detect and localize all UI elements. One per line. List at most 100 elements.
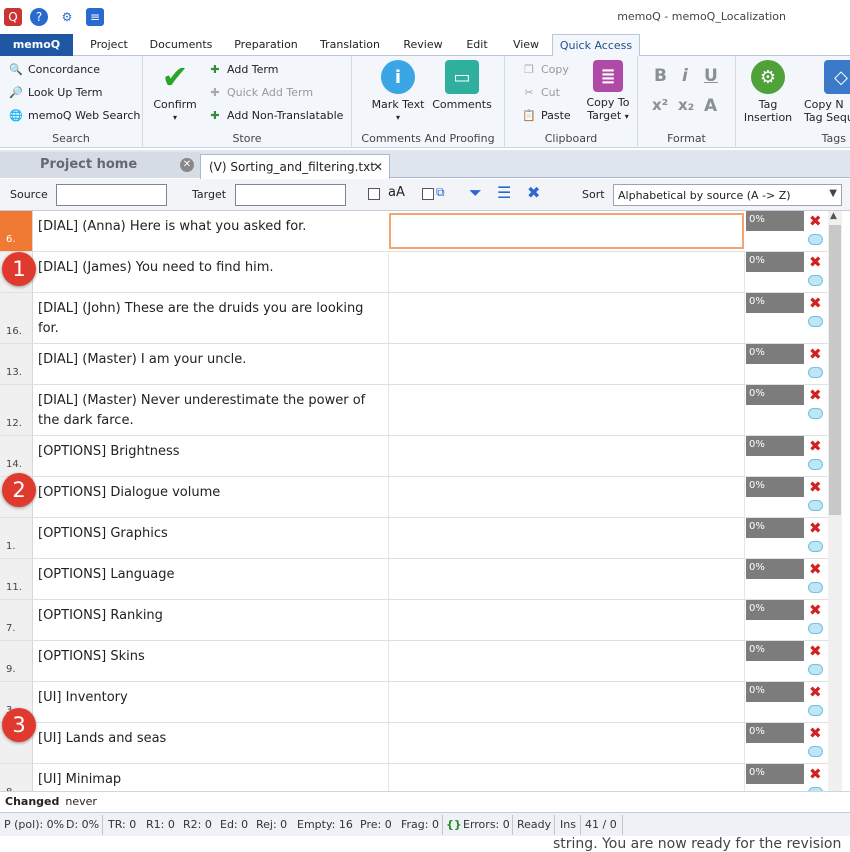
target-segment[interactable] <box>388 436 745 476</box>
table-row[interactable]: 1. [OPTIONS] Graphics 0% ✖ <box>0 518 828 559</box>
comment-bubble-icon[interactable] <box>808 705 823 716</box>
target-segment[interactable] <box>388 764 745 791</box>
target-segment[interactable] <box>388 641 745 681</box>
tab-project[interactable]: Project <box>80 34 138 56</box>
target-segment[interactable] <box>388 344 745 384</box>
look-up-term-button[interactable]: 🔎 Look Up Term <box>8 82 102 102</box>
target-segment[interactable] <box>388 559 745 599</box>
error-x-icon[interactable]: ✖ <box>809 387 822 403</box>
add-non-translatable-button[interactable]: ✚ Add Non-Translatable <box>207 105 343 125</box>
scroll-up-icon[interactable]: ▲ <box>830 211 837 221</box>
notebook-icon[interactable]: ≡ <box>86 8 104 26</box>
error-x-icon[interactable]: ✖ <box>809 561 822 577</box>
table-row[interactable]: 14. [OPTIONS] Brightness 0% ✖ <box>0 436 828 477</box>
memoq-logo-icon[interactable]: Q <box>4 8 22 26</box>
source-segment[interactable]: [DIAL] (James) You need to find him. <box>38 258 378 278</box>
clear-filter-icon[interactable]: ✖ <box>527 183 540 202</box>
table-row[interactable]: 3.[UI] Inventory0%✖ <box>0 682 828 723</box>
tag-insertion-button[interactable]: ⚙ Tag Insertion <box>740 60 796 124</box>
table-row[interactable]: 6. [DIAL] (Anna) Here is what you asked f… <box>0 211 828 252</box>
segment-number[interactable]: 8. <box>0 764 33 791</box>
table-row[interactable]: 12. [DIAL] (Master) Never underestimate t… <box>0 385 828 436</box>
error-x-icon[interactable]: ✖ <box>809 643 822 659</box>
error-x-icon[interactable]: ✖ <box>809 725 822 741</box>
change-case-button[interactable]: A <box>704 96 717 116</box>
source-segment[interactable]: [OPTIONS] Ranking <box>38 606 378 626</box>
target-segment[interactable] <box>388 477 745 517</box>
error-x-icon[interactable]: ✖ <box>809 295 822 311</box>
comment-bubble-icon[interactable] <box>808 275 823 286</box>
tab-preparation[interactable]: Preparation <box>228 34 304 56</box>
target-filter-input[interactable] <box>235 184 346 206</box>
target-segment[interactable] <box>388 682 745 722</box>
table-row[interactable]: 13. [DIAL] (Master) I am your uncle. 0% ✖ <box>0 344 828 385</box>
filter-funnel-icon[interactable]: ⏷ <box>469 183 482 203</box>
target-segment[interactable] <box>388 385 745 435</box>
tab-quick-access[interactable]: Quick Access <box>552 34 640 57</box>
target-segment[interactable] <box>388 518 745 558</box>
tab-review[interactable]: Review <box>396 34 450 56</box>
source-segment[interactable]: [DIAL] (Master) Never underestimate the … <box>38 391 378 431</box>
segment-number[interactable]: 7. <box>0 600 33 640</box>
source-segment[interactable]: [DIAL] (Master) I am your uncle. <box>38 350 378 370</box>
error-x-icon[interactable]: ✖ <box>809 438 822 454</box>
bold-button[interactable]: B <box>654 66 667 86</box>
grid-scrollbar[interactable]: ▲ <box>828 211 842 791</box>
confirm-dropdown-icon[interactable]: ▾ <box>151 111 199 124</box>
help-icon[interactable]: ? <box>30 8 48 26</box>
comment-bubble-icon[interactable] <box>808 316 823 327</box>
segment-number[interactable]: 12. <box>0 385 33 435</box>
table-row[interactable]: [OPTIONS] Dialogue volume 0% ✖ <box>0 477 828 518</box>
paste-button[interactable]: 📋 Paste <box>521 105 571 125</box>
table-row[interactable]: 8.[UI] Minimap 0% ✖ <box>0 764 828 791</box>
comment-bubble-icon[interactable] <box>808 459 823 470</box>
comment-bubble-icon[interactable] <box>808 234 823 245</box>
source-segment[interactable]: [DIAL] (John) These are the druids you a… <box>38 299 378 339</box>
source-segment[interactable]: [OPTIONS] Brightness <box>38 442 378 462</box>
source-segment[interactable]: [UI] Minimap <box>38 770 378 790</box>
source-segment[interactable]: [OPTIONS] Language <box>38 565 378 585</box>
table-row[interactable]: [UI] Lands and seas 0% ✖ <box>0 723 828 764</box>
tab-documents[interactable]: Documents <box>146 34 216 56</box>
table-row[interactable]: 16. [DIAL] (John) These are the druids yo… <box>0 293 828 344</box>
comment-bubble-icon[interactable] <box>808 623 823 634</box>
tab-memoq[interactable]: memoQ <box>0 34 73 56</box>
italic-button[interactable]: i <box>682 66 688 86</box>
web-search-button[interactable]: 🌐 memoQ Web Search <box>8 105 140 125</box>
comment-bubble-icon[interactable] <box>808 664 823 675</box>
comment-bubble-icon[interactable] <box>808 582 823 593</box>
mark-text-button[interactable]: i Mark Text ▾ <box>368 60 428 124</box>
match-case-checkbox[interactable] <box>368 188 380 200</box>
superscript-button[interactable]: x² <box>652 96 668 114</box>
target-segment[interactable] <box>389 213 744 249</box>
cut-button[interactable]: ✂ Cut <box>521 82 560 102</box>
underline-button[interactable]: U <box>704 66 718 86</box>
segment-number[interactable]: 13. <box>0 344 33 384</box>
table-row[interactable]: 9. [OPTIONS] Skins 0% ✖ <box>0 641 828 682</box>
segment-number[interactable]: 14. <box>0 436 33 476</box>
sort-dropdown[interactable]: Alphabetical by source (A -> Z) ▼ <box>613 184 842 206</box>
tags-filter-checkbox[interactable] <box>422 188 434 200</box>
source-segment[interactable]: [OPTIONS] Dialogue volume <box>38 483 378 503</box>
target-segment[interactable] <box>388 293 745 343</box>
source-segment[interactable]: [OPTIONS] Graphics <box>38 524 378 544</box>
tab-translation[interactable]: Translation <box>314 34 386 56</box>
tab-project-home[interactable]: Project home ✕ <box>0 152 200 178</box>
concordance-button[interactable]: 🔍 Concordance <box>8 59 100 79</box>
comment-bubble-icon[interactable] <box>808 541 823 552</box>
target-segment[interactable] <box>388 723 745 763</box>
error-x-icon[interactable]: ✖ <box>809 602 822 618</box>
comment-bubble-icon[interactable] <box>808 500 823 511</box>
error-x-icon[interactable]: ✖ <box>809 213 822 229</box>
source-segment[interactable]: [DIAL] (Anna) Here is what you asked for… <box>38 217 378 237</box>
comments-button[interactable]: ▭ Comments <box>432 60 492 111</box>
error-x-icon[interactable]: ✖ <box>809 766 822 782</box>
advanced-filter-icon[interactable]: ☰ <box>497 183 511 202</box>
copy-to-target-dropdown-icon[interactable]: ▾ <box>625 112 629 121</box>
comment-bubble-icon[interactable] <box>808 408 823 419</box>
segment-number[interactable]: 6. <box>0 211 33 251</box>
copy-to-target-button[interactable]: ≣ Copy To Target ▾ <box>581 60 635 123</box>
comment-bubble-icon[interactable] <box>808 746 823 757</box>
close-document-icon[interactable]: ✕ <box>373 160 383 174</box>
target-segment[interactable] <box>388 252 745 292</box>
